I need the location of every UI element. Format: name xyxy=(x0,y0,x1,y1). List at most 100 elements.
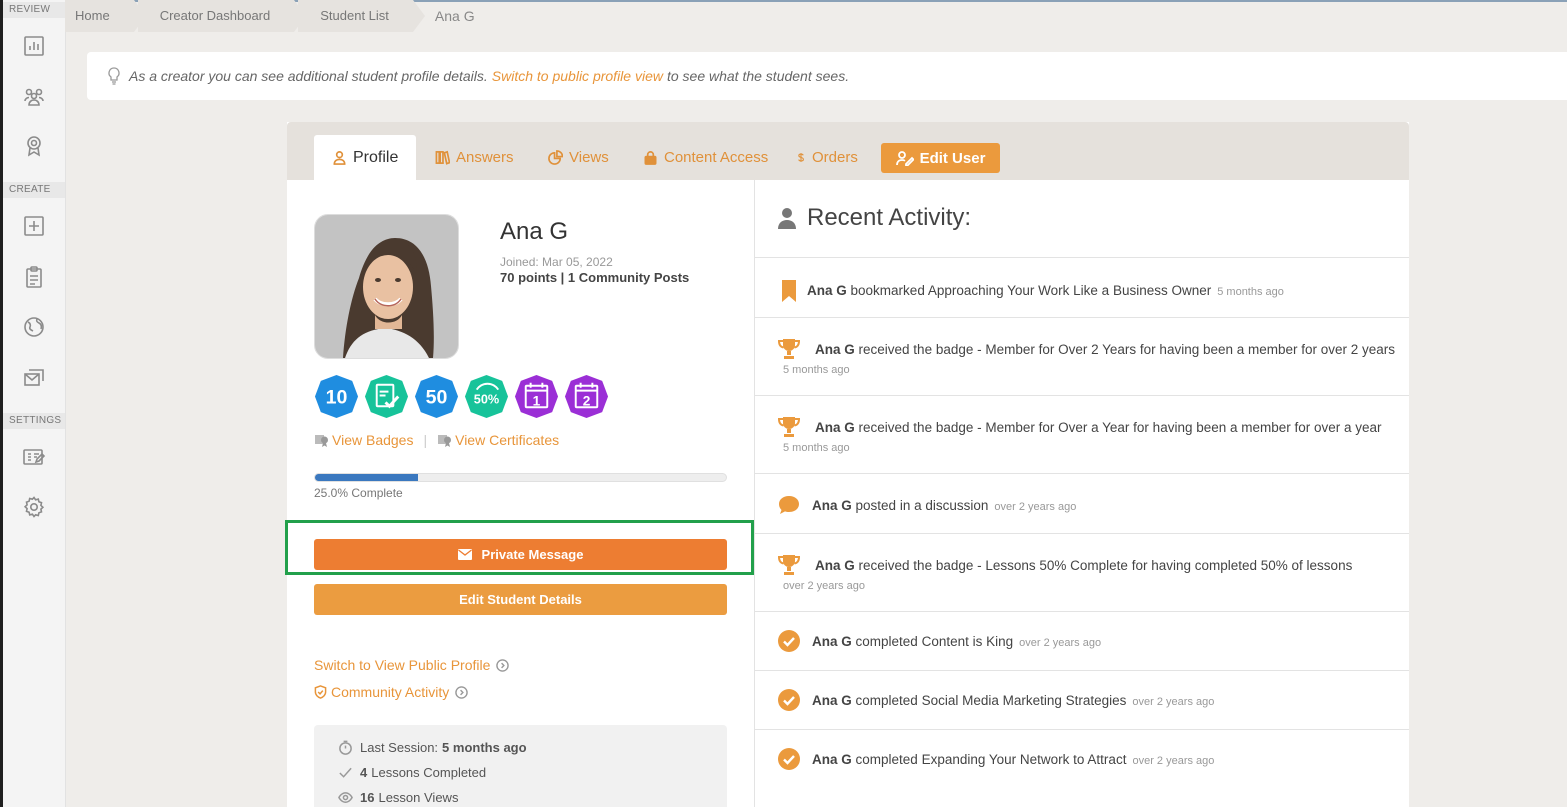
tab-content-access[interactable]: Content Access xyxy=(643,135,768,180)
mail-stack-icon[interactable] xyxy=(19,362,49,392)
badge-10[interactable]: 10 xyxy=(314,374,359,419)
stat-lessons-completed: 4 Lessons Completed xyxy=(338,765,486,780)
list-item: Ana G received the badge - Lessons 50% C… xyxy=(755,533,1409,611)
users-icon[interactable] xyxy=(19,81,49,111)
chat-icon xyxy=(779,496,799,514)
person-icon xyxy=(778,208,796,229)
tab-views[interactable]: Views xyxy=(548,135,609,180)
activity-text: Ana G received the badge - Member for Ov… xyxy=(815,342,1396,357)
edit-user-label: Edit User xyxy=(919,149,986,167)
edit-student-details-button[interactable]: Edit Student Details xyxy=(314,584,727,615)
user-edit-icon xyxy=(895,151,914,166)
list-item: Ana G received the badge - Member for Ov… xyxy=(755,317,1409,395)
tab-answers[interactable]: Answers xyxy=(435,135,514,180)
student-name: Ana G xyxy=(500,218,569,245)
svg-text:2: 2 xyxy=(583,393,591,408)
badge-list: 10 50 50% 1 2 xyxy=(314,374,609,419)
check-circle-icon xyxy=(778,748,800,770)
link-separator: | xyxy=(423,432,428,448)
tab-label: Views xyxy=(569,149,609,166)
stat-lesson-views: 16 Lesson Views xyxy=(338,790,458,805)
joined-date: Joined: Mar 05, 2022 xyxy=(500,255,613,269)
clipboard-icon[interactable] xyxy=(19,262,49,292)
link-label: Community Activity xyxy=(331,684,450,700)
tab-orders[interactable]: Orders xyxy=(796,135,858,180)
tab-label: Content Access xyxy=(664,149,769,166)
stat-label: Lesson Views xyxy=(378,790,459,805)
activity-time: 5 months ago xyxy=(783,442,850,454)
stat-label: Lessons Completed xyxy=(371,765,487,780)
list-item: Ana G completed Expanding Your Network t… xyxy=(755,729,1409,788)
chevron-circle-right-icon xyxy=(496,658,510,672)
envelope-icon xyxy=(457,549,472,560)
edit-user-button[interactable]: Edit User xyxy=(881,143,1000,173)
badge-50-percent[interactable]: 50% xyxy=(464,374,509,419)
view-badges-link[interactable]: View Badges xyxy=(332,432,413,448)
community-activity-link[interactable]: Community Activity xyxy=(314,684,469,700)
points-summary: 70 points | 1 Community Posts xyxy=(500,270,690,285)
activity-time: 5 months ago xyxy=(783,364,850,376)
list-item: Ana G completed Social Media Marketing S… xyxy=(755,670,1409,729)
creator-info-bar: As a creator you can see additional stud… xyxy=(87,52,1567,100)
badge-50[interactable]: 50 xyxy=(414,374,459,419)
plus-square-icon[interactable] xyxy=(19,211,49,241)
chevron-circle-right-icon xyxy=(455,685,469,699)
check-icon xyxy=(339,767,352,778)
stat-last-session: Last Session: 5 months ago xyxy=(338,740,531,755)
pricing-icon[interactable] xyxy=(19,442,49,472)
globe-icon[interactable] xyxy=(19,312,49,342)
activity-title: Recent Activity: xyxy=(807,204,972,231)
bookmark-icon xyxy=(782,280,796,302)
breadcrumb-home[interactable]: Home xyxy=(65,0,146,32)
breadcrumb-student-list[interactable]: Student List xyxy=(298,0,425,32)
sidebar: REVIEW CREATE SETTINGS xyxy=(3,0,66,807)
bar-chart-icon[interactable] xyxy=(19,31,49,61)
check-circle-icon xyxy=(778,630,800,652)
avatar xyxy=(314,214,459,359)
lock-icon xyxy=(644,151,657,165)
list-item: Ana G received the badge - Member for Ov… xyxy=(755,395,1409,473)
sidebar-section-create: CREATE xyxy=(3,182,65,198)
sidebar-section-review: REVIEW xyxy=(3,2,65,18)
stopwatch-icon xyxy=(339,740,352,755)
pie-chart-icon xyxy=(548,150,563,165)
activity-list: Ana G bookmarked Approaching Your Work L… xyxy=(755,257,1409,788)
activity-text: Ana G completed Content is King over 2 ye… xyxy=(812,634,1102,649)
gear-icon[interactable] xyxy=(19,492,49,522)
switch-public-view-link[interactable]: Switch to public profile view xyxy=(492,68,663,84)
trophy-icon xyxy=(777,417,801,437)
tab-label: Profile xyxy=(353,148,399,166)
activity-time: over 2 years ago xyxy=(783,580,865,592)
badge-calendar-1[interactable]: 1 xyxy=(514,374,559,419)
private-message-button[interactable]: Private Message xyxy=(314,539,727,570)
check-circle-icon xyxy=(778,689,800,711)
books-icon xyxy=(435,150,450,165)
activity-text: Ana G completed Expanding Your Network t… xyxy=(812,752,1215,767)
tab-bar: Profile Answers Views Content Access Ord… xyxy=(287,122,1409,180)
tab-profile[interactable]: Profile xyxy=(314,135,417,180)
progress-label: 25.0% Complete xyxy=(314,486,403,500)
badge-calendar-2[interactable]: 2 xyxy=(564,374,609,419)
view-certificates-link[interactable]: View Certificates xyxy=(455,432,559,448)
badge-checklist[interactable] xyxy=(364,374,409,419)
certificate-icon xyxy=(438,435,452,447)
private-message-label: Private Message xyxy=(481,547,584,562)
tab-label: Orders xyxy=(812,149,858,166)
course-progress-bar xyxy=(314,473,727,482)
activity-text: Ana G completed Social Media Marketing S… xyxy=(812,693,1215,708)
eye-icon xyxy=(338,792,353,803)
progress-fill xyxy=(315,474,418,481)
stat-value: 16 xyxy=(360,790,375,805)
activity-text: Ana G received the badge - Lessons 50% C… xyxy=(815,558,1353,573)
user-icon xyxy=(333,151,346,165)
svg-text:50: 50 xyxy=(426,386,448,408)
link-label: Switch to View Public Profile xyxy=(314,657,491,673)
dollar-icon xyxy=(798,153,804,162)
info-text-after: to see what the student sees. xyxy=(666,68,850,84)
award-icon[interactable] xyxy=(19,131,49,161)
student-stats: Last Session: 5 months ago 4 Lessons Com… xyxy=(314,725,727,807)
stat-value: 4 xyxy=(360,765,368,780)
list-item: Ana G completed Content is King over 2 ye… xyxy=(755,611,1409,670)
breadcrumb-creator-dashboard[interactable]: Creator Dashboard xyxy=(137,0,306,32)
switch-public-profile-link[interactable]: Switch to View Public Profile xyxy=(314,657,510,673)
